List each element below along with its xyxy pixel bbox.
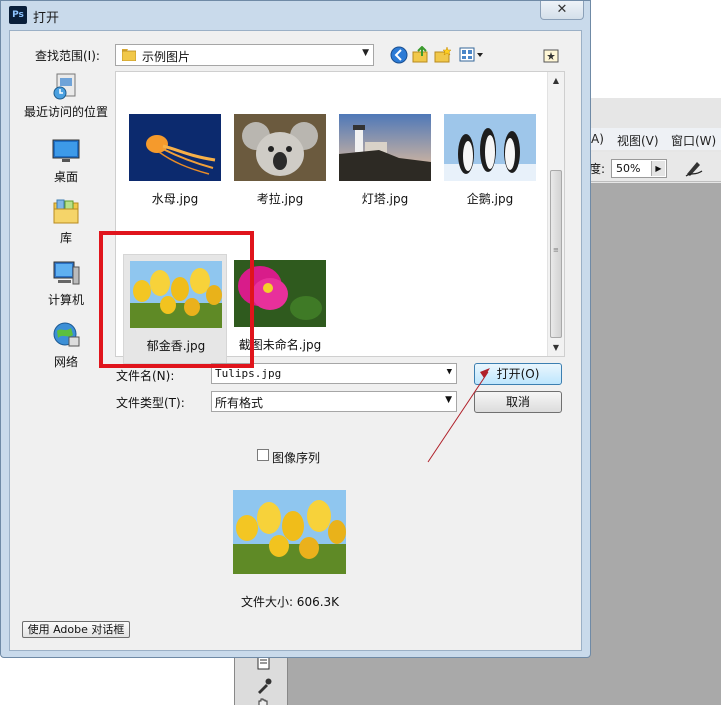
file-item-koala[interactable]: 考拉.jpg bbox=[228, 108, 332, 218]
koala-thumbnail bbox=[234, 114, 326, 181]
photoshop-app-icon: Ps bbox=[9, 6, 27, 24]
dialog-titlebar[interactable]: Ps 打开 ✕ bbox=[1, 1, 590, 29]
scroll-down-icon[interactable]: ▼ bbox=[548, 339, 564, 356]
penguins-thumbnail bbox=[444, 114, 536, 181]
grip-icon: ≡ bbox=[553, 246, 559, 254]
background-app-window: A) 视图(V) 窗口(W) 度: 50% ▶ bbox=[586, 98, 721, 705]
open-file-dialog: Ps 打开 ✕ 查找范围(I): 示例图片 ▼ 最近访问的位置 桌面 库 计算机… bbox=[0, 0, 591, 658]
file-label: 灯塔.jpg bbox=[361, 192, 409, 206]
image-sequence-checkbox[interactable] bbox=[257, 449, 269, 461]
computer-icon bbox=[53, 261, 80, 285]
file-label: 企鹅.jpg bbox=[466, 192, 514, 206]
new-folder-icon[interactable] bbox=[434, 46, 452, 64]
background-canvas-area bbox=[587, 183, 721, 705]
back-icon[interactable] bbox=[390, 46, 408, 64]
file-item-jellyfish[interactable]: 水母.jpg bbox=[123, 108, 227, 218]
filetype-label: 文件类型(T): bbox=[116, 396, 185, 410]
folder-icon bbox=[122, 49, 136, 61]
file-item-penguins[interactable]: 企鹅.jpg bbox=[438, 108, 542, 218]
menu-item-view[interactable]: 视图(V) bbox=[617, 132, 659, 149]
filename-label: 文件名(N): bbox=[116, 369, 175, 383]
filetype-value: 所有格式 bbox=[215, 396, 264, 410]
background-canvas-bottom bbox=[288, 655, 721, 705]
file-list-scrollbar[interactable]: ▲ ≡ ▼ bbox=[547, 72, 564, 356]
filename-value: Tulips.jpg bbox=[215, 367, 282, 380]
dialog-body: 查找范围(I): 示例图片 ▼ 最近访问的位置 桌面 库 计算机 网络 水母.j… bbox=[9, 30, 582, 651]
lookin-label: 查找范围(I): bbox=[35, 49, 100, 63]
place-recent[interactable]: 最近访问的位置 bbox=[20, 71, 112, 129]
close-button[interactable]: ✕ bbox=[540, 1, 584, 20]
close-icon: ✕ bbox=[556, 2, 568, 17]
file-label: 水母.jpg bbox=[151, 192, 199, 206]
use-adobe-dialog-button[interactable]: 使用 Adobe 对话框 bbox=[22, 621, 130, 638]
view-menu-icon[interactable] bbox=[459, 46, 485, 64]
place-label-recent: 最近访问的位置 bbox=[23, 105, 108, 119]
highlight-box bbox=[99, 231, 254, 368]
lookin-dropdown[interactable]: 示例图片 ▼ bbox=[115, 44, 374, 66]
chevron-down-icon[interactable]: ▼ bbox=[362, 48, 369, 58]
background-menubar: A) 视图(V) 窗口(W) bbox=[587, 128, 721, 150]
up-folder-icon[interactable] bbox=[412, 46, 430, 64]
scroll-thumb[interactable]: ≡ bbox=[550, 170, 562, 338]
jellyfish-thumbnail bbox=[129, 114, 221, 181]
file-label: 考拉.jpg bbox=[256, 192, 304, 206]
favorites-folder-icon[interactable] bbox=[542, 46, 560, 64]
zoom-value: 50% bbox=[616, 162, 641, 175]
background-options-bar: 度: 50% ▶ bbox=[587, 152, 721, 182]
chevron-down-icon[interactable]: ▼ bbox=[447, 367, 452, 377]
chevron-down-icon[interactable]: ▼ bbox=[445, 395, 452, 405]
desktop-icon bbox=[52, 139, 80, 162]
lookin-value: 示例图片 bbox=[142, 50, 191, 64]
zoom-label: 度: bbox=[589, 162, 606, 176]
preview-image bbox=[233, 490, 346, 574]
lighthouse-thumbnail bbox=[339, 114, 431, 181]
scroll-up-icon[interactable]: ▲ bbox=[548, 72, 564, 89]
place-desktop[interactable]: 桌面 bbox=[20, 136, 112, 194]
menu-item-partial[interactable]: A) bbox=[591, 132, 604, 146]
background-toolbox bbox=[234, 655, 288, 705]
image-sequence-label: 图像序列 bbox=[272, 451, 321, 465]
hand-tool-icon[interactable] bbox=[255, 697, 273, 705]
open-button[interactable]: 打开(O) bbox=[474, 363, 562, 385]
filetype-select[interactable]: 所有格式 ▼ bbox=[211, 391, 457, 412]
network-icon bbox=[53, 322, 80, 347]
place-label-desktop: 桌面 bbox=[53, 170, 78, 184]
libraries-icon bbox=[53, 199, 79, 224]
dialog-title: 打开 bbox=[33, 11, 60, 26]
zoom-input[interactable]: 50% ▶ bbox=[611, 159, 667, 178]
recent-places-icon bbox=[53, 73, 76, 100]
zoom-arrow-icon[interactable]: ▶ bbox=[651, 161, 665, 176]
file-size-text: 文件大小: 606.3K bbox=[240, 595, 340, 609]
menu-item-window[interactable]: 窗口(W) bbox=[671, 132, 716, 149]
eyedropper-tool-icon[interactable] bbox=[255, 677, 273, 695]
pen-tool-icon[interactable] bbox=[683, 156, 705, 178]
cancel-button[interactable]: 取消 bbox=[474, 391, 562, 413]
file-item-lighthouse[interactable]: 灯塔.jpg bbox=[333, 108, 437, 218]
